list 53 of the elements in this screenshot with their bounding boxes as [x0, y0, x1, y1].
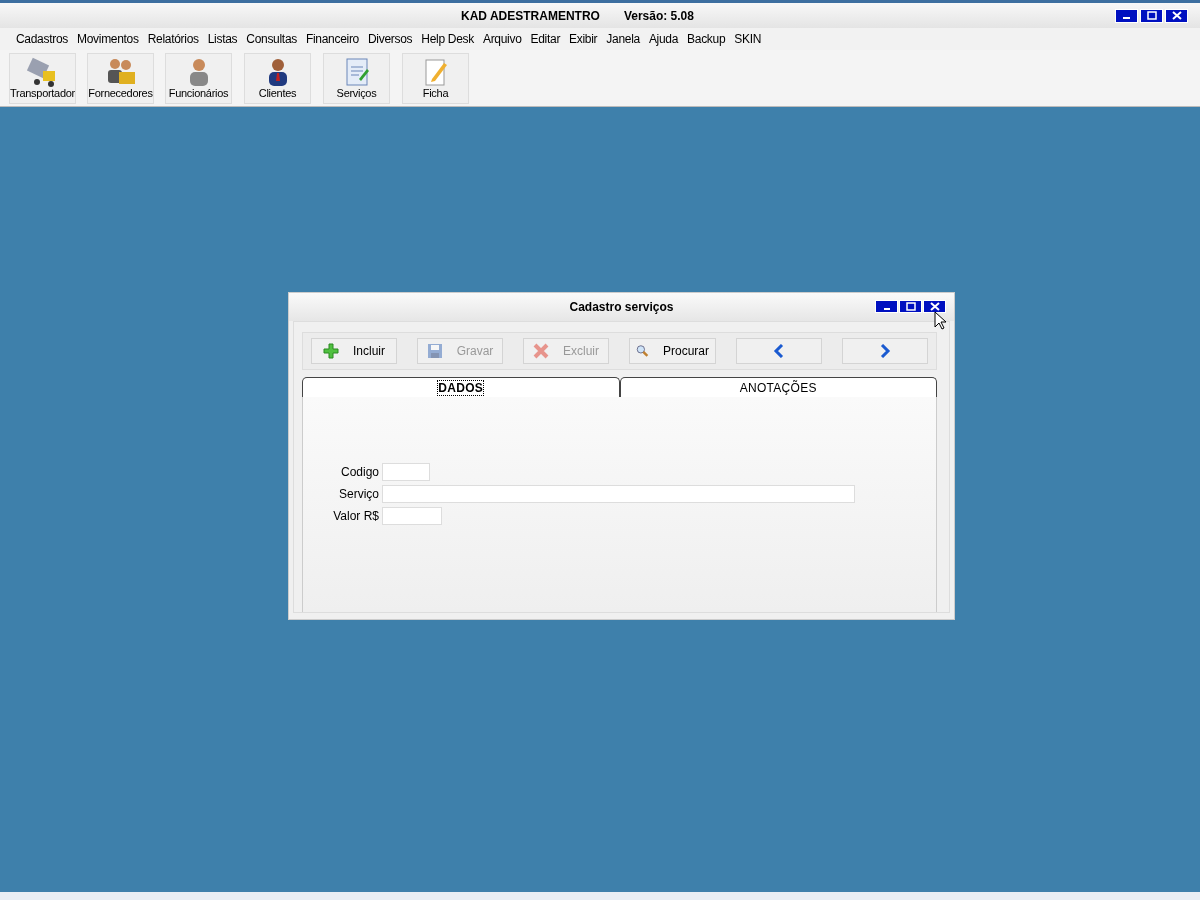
- menu-item[interactable]: Editar: [530, 32, 561, 46]
- menu-item[interactable]: Janela: [606, 32, 640, 46]
- toolbar-button[interactable]: Transportador: [9, 52, 76, 104]
- search-icon: [636, 343, 649, 359]
- toolbar-button[interactable]: Funcionários: [165, 52, 232, 104]
- maximize-icon: [1146, 11, 1157, 20]
- menu-item[interactable]: Exibir: [569, 32, 598, 46]
- plus-icon: [323, 343, 339, 359]
- toolbar-button[interactable]: Fornecedores: [87, 52, 154, 104]
- menu-item[interactable]: Cadastros: [16, 32, 68, 46]
- tab[interactable]: ANOTAÇÕES: [619, 377, 937, 397]
- input-field[interactable]: [382, 485, 855, 503]
- chevron-left-icon: [773, 344, 785, 358]
- input-field[interactable]: [382, 463, 430, 481]
- maximize-button[interactable]: [899, 300, 922, 313]
- toolbar-button[interactable]: Serviços: [323, 52, 390, 104]
- menu-item[interactable]: Listas: [207, 32, 238, 46]
- tab[interactable]: DADOS: [302, 377, 620, 397]
- close-icon: [929, 302, 940, 311]
- close-button[interactable]: [923, 300, 946, 313]
- field-label: Serviço: [338, 487, 379, 501]
- next-button[interactable]: [842, 338, 928, 364]
- menu-item[interactable]: Financeiro: [305, 32, 359, 46]
- mouse-cursor-icon: [934, 311, 947, 330]
- minimize-button[interactable]: [1115, 8, 1138, 23]
- cross-icon: [533, 343, 549, 359]
- field-label: Valor R$: [332, 509, 379, 523]
- menu-item[interactable]: Arquivo: [482, 32, 522, 46]
- menu-item[interactable]: Backup: [687, 32, 726, 46]
- maximize-icon: [905, 302, 916, 311]
- minimize-button[interactable]: [875, 300, 898, 313]
- close-button[interactable]: [1165, 8, 1188, 23]
- version-label: Versão: 5.08: [623, 8, 694, 23]
- menu-item[interactable]: Diversos: [368, 32, 413, 46]
- menu-item[interactable]: Movimentos: [77, 32, 139, 46]
- window-title: KAD ADESTRAMENTRO: [461, 8, 600, 23]
- floppy-icon: [426, 343, 443, 359]
- menu-item[interactable]: Consultas: [246, 32, 297, 46]
- field-label: Codigo: [339, 465, 379, 479]
- menu-item[interactable]: Ajuda: [648, 32, 679, 46]
- action-button[interactable]: Procurar: [629, 338, 716, 364]
- chevron-right-icon: [879, 344, 891, 358]
- menu-item[interactable]: Relatórios: [147, 32, 199, 46]
- toolbar-button[interactable]: Ficha: [402, 52, 469, 104]
- dialog-title: Cadastro serviços: [569, 300, 674, 314]
- maximize-button[interactable]: [1140, 8, 1163, 23]
- close-icon: [1171, 11, 1182, 20]
- menu-item[interactable]: SKIN: [734, 32, 762, 46]
- menu-item[interactable]: Help Desk: [421, 32, 474, 46]
- action-button[interactable]: Incluir: [311, 338, 397, 364]
- input-field[interactable]: [382, 507, 442, 525]
- previous-button[interactable]: [736, 338, 822, 364]
- toolbar-button[interactable]: Clientes: [244, 52, 311, 104]
